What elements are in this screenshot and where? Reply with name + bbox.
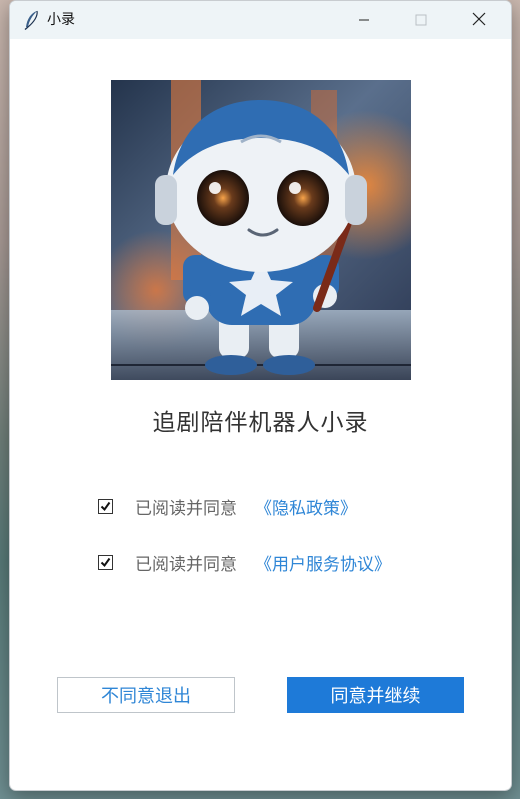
robot-mascot-image	[111, 80, 411, 380]
app-subtitle: 追剧陪伴机器人小录	[152, 410, 369, 436]
app-window: 小录 追剧陪伴机器人小录 已阅读并同意 《隐私政策》 已阅读并同意 《用户服务协…	[9, 0, 512, 791]
minimize-icon	[358, 11, 370, 30]
agreement-label: 已阅读并同意	[135, 498, 237, 519]
user-service-agreement-link[interactable]: 《用户服务协议》	[255, 550, 391, 575]
checkmark-icon	[100, 557, 111, 567]
terms-checkbox[interactable]	[98, 554, 113, 570]
title-bar[interactable]: 小录	[10, 1, 511, 39]
decline-exit-button[interactable]: 不同意退出	[57, 677, 235, 713]
checkmark-icon	[100, 501, 111, 511]
privacy-policy-link[interactable]: 《隐私政策》	[255, 494, 357, 519]
feather-icon	[23, 10, 41, 31]
minimize-button[interactable]	[341, 1, 387, 39]
agreement-label: 已阅读并同意	[135, 554, 237, 575]
window-title: 小录	[47, 12, 75, 28]
close-button[interactable]	[456, 1, 502, 39]
close-icon	[472, 11, 486, 30]
privacy-checkbox[interactable]	[98, 498, 113, 514]
maximize-button[interactable]	[398, 1, 444, 39]
maximize-icon	[415, 11, 427, 30]
privacy-agreement-row: 已阅读并同意 《隐私政策》	[98, 494, 357, 519]
accept-continue-button[interactable]: 同意并继续	[287, 677, 464, 713]
terms-agreement-row: 已阅读并同意 《用户服务协议》	[98, 550, 391, 575]
